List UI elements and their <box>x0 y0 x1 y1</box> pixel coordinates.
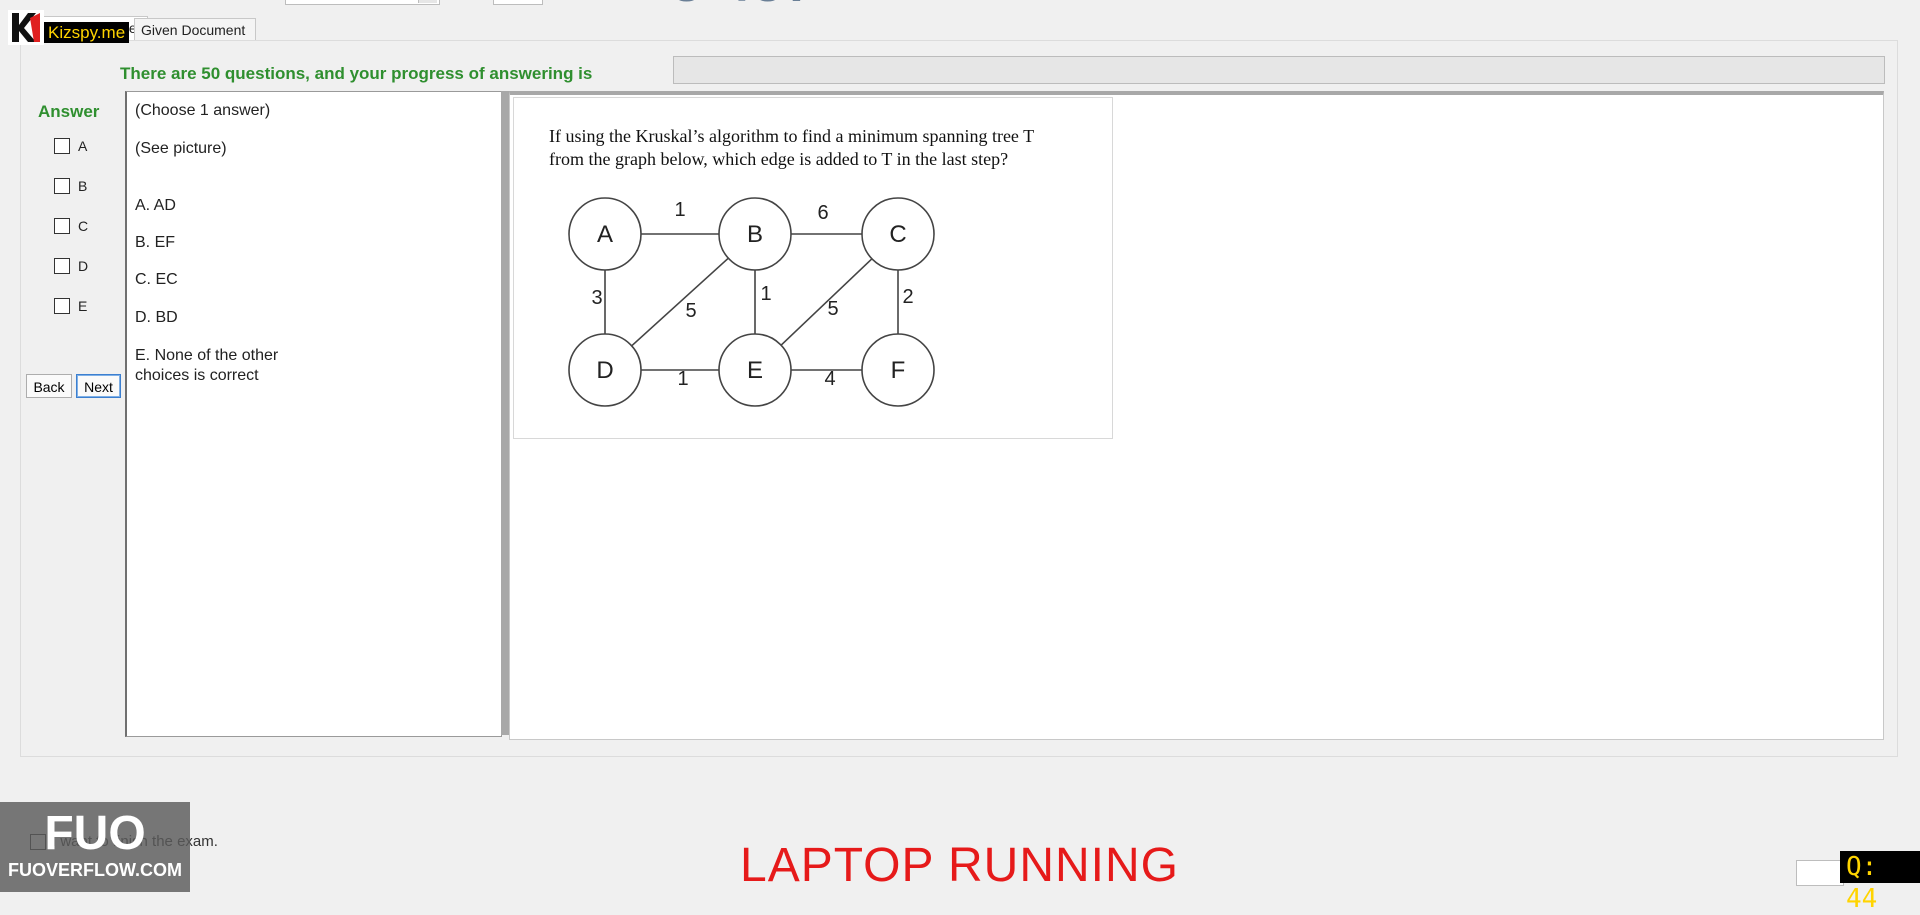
kizspy-text: Kizspy.me <box>44 22 130 43</box>
question-line-1: If using the Kruskal’s algorithm to find… <box>549 126 1035 146</box>
answer-checkbox-e[interactable] <box>54 298 70 314</box>
graph-node-label: B <box>747 221 763 248</box>
choice-c-text: C. EC <box>135 271 178 288</box>
kizspy-logo: Kizspy.me <box>8 10 130 45</box>
graph-node-label: D <box>596 357 613 384</box>
fuo-site-text: FUOVERFLOW.COM <box>8 860 182 880</box>
graph-edge-db <box>631 257 729 347</box>
answer-option-c[interactable]: C <box>54 218 88 234</box>
answer-option-d[interactable]: D <box>54 258 88 274</box>
answer-checkbox-b[interactable] <box>54 178 70 194</box>
graph-node-label: C <box>889 221 906 248</box>
choice-e-text-cont: choices is correct <box>135 367 259 384</box>
laptop-running-status: LAPTOP RUNNING <box>740 839 1179 892</box>
answer-option-e[interactable]: E <box>54 298 87 314</box>
graph-edge-weight: 6 <box>817 202 828 224</box>
see-picture-note: (See picture) <box>135 140 227 157</box>
graph-edge-weight: 5 <box>685 300 696 322</box>
answer-option-label: B <box>78 178 88 194</box>
answer-option-b[interactable]: B <box>54 178 87 194</box>
graph-diagram: 1 6 3 5 1 5 2 1 4 A B C D E F <box>568 197 935 407</box>
graph-edge-weight: 4 <box>824 368 835 390</box>
fuo-logo-text: FUO <box>44 807 146 860</box>
kizspy-k-icon <box>8 10 44 45</box>
bottom-right-box[interactable] <box>1796 860 1844 886</box>
tab-given-document[interactable]: Given Document <box>134 18 256 41</box>
top-combo-dropdown-button[interactable] <box>418 0 437 3</box>
progress-bar <box>673 56 1885 84</box>
question-counter-badge: Q: 44 <box>1840 851 1920 914</box>
graph-node-label: A <box>597 221 613 248</box>
choice-d-text: D. BD <box>135 309 178 326</box>
answer-checkbox-c[interactable] <box>54 218 70 234</box>
graph-node-label: F <box>891 357 906 384</box>
graph-edge-weight: 5 <box>827 298 838 320</box>
answer-title: Answer <box>38 102 100 121</box>
answer-option-label: E <box>78 298 88 314</box>
answer-option-label: D <box>78 258 89 274</box>
back-button[interactable]: Back <box>26 374 72 398</box>
choice-b-text: B. EF <box>135 234 176 251</box>
graph-edge-weight: 1 <box>760 283 771 305</box>
answer-checkbox-d[interactable] <box>54 258 70 274</box>
choose-instruction: (Choose 1 answer) <box>135 102 271 119</box>
next-button[interactable]: Next <box>76 374 121 398</box>
top-combo-box[interactable] <box>285 0 440 5</box>
panel-splitter[interactable] <box>501 91 509 735</box>
graph-edge-weight: 2 <box>902 286 913 308</box>
answer-option-label: C <box>78 218 89 234</box>
graph-edge-weight: 3 <box>591 287 602 309</box>
choice-a-text: A. AD <box>135 197 176 214</box>
graph-edge-weight: 1 <box>677 368 688 390</box>
choice-e-text: E. None of the other <box>135 347 279 364</box>
header-code: 8 437 <box>672 0 817 14</box>
question-text: If using the Kruskal’s algorithm to find… <box>549 125 1089 171</box>
progress-label: There are 50 questions, and your progres… <box>120 64 593 83</box>
answer-option-a[interactable]: A <box>54 138 87 154</box>
graph-node-label: E <box>747 357 763 384</box>
graph-edge-weight: 1 <box>674 199 685 221</box>
question-line-2: from the graph below, which edge is adde… <box>549 149 1009 169</box>
fuoverflow-watermark: FUO FUOVERFLOW.COM <box>0 802 190 892</box>
answer-checkbox-a[interactable] <box>54 138 70 154</box>
answer-option-label: A <box>78 138 88 154</box>
choices-panel <box>125 91 502 737</box>
top-small-box[interactable] <box>493 0 543 5</box>
